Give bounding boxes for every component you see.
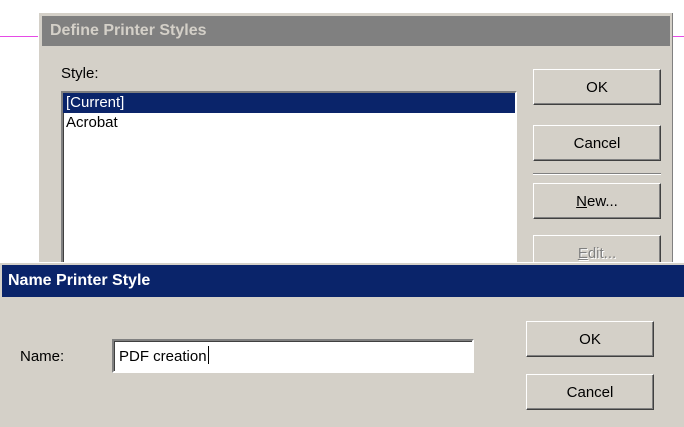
guide-line-left: [0, 36, 38, 37]
name-input[interactable]: PDF creation: [112, 339, 474, 373]
edit-button-label: dit...: [587, 245, 617, 262]
edit-button-mnemonic: E: [577, 245, 588, 262]
button-separator: [533, 173, 661, 175]
ok-button[interactable]: OK: [533, 69, 661, 105]
style-label: Style:: [61, 65, 99, 82]
guide-line-right: [672, 36, 684, 37]
name-label: Name:: [20, 348, 65, 365]
new-button-mnemonic: N: [576, 193, 587, 210]
dialog-title-active: Name Printer Style: [8, 272, 151, 289]
name-printer-style-dialog: Name Printer Style Name: PDF creation OK…: [0, 262, 684, 427]
text-caret: [207, 346, 209, 364]
cancel-button-front[interactable]: Cancel: [526, 374, 654, 410]
name-input-value: PDF creation: [119, 348, 207, 365]
ok-button-front[interactable]: OK: [526, 321, 654, 357]
list-item-acrobat[interactable]: Acrobat: [63, 113, 515, 133]
new-button-label: ew...: [586, 193, 618, 210]
list-item-current[interactable]: [Current]: [63, 93, 515, 113]
new-button[interactable]: New...: [533, 183, 661, 219]
dialog-title-bar-active[interactable]: Name Printer Style: [2, 265, 684, 297]
dialog-title: Define Printer Styles: [50, 22, 207, 39]
dialog-title-bar[interactable]: Define Printer Styles: [42, 16, 670, 46]
cancel-button[interactable]: Cancel: [533, 125, 661, 161]
